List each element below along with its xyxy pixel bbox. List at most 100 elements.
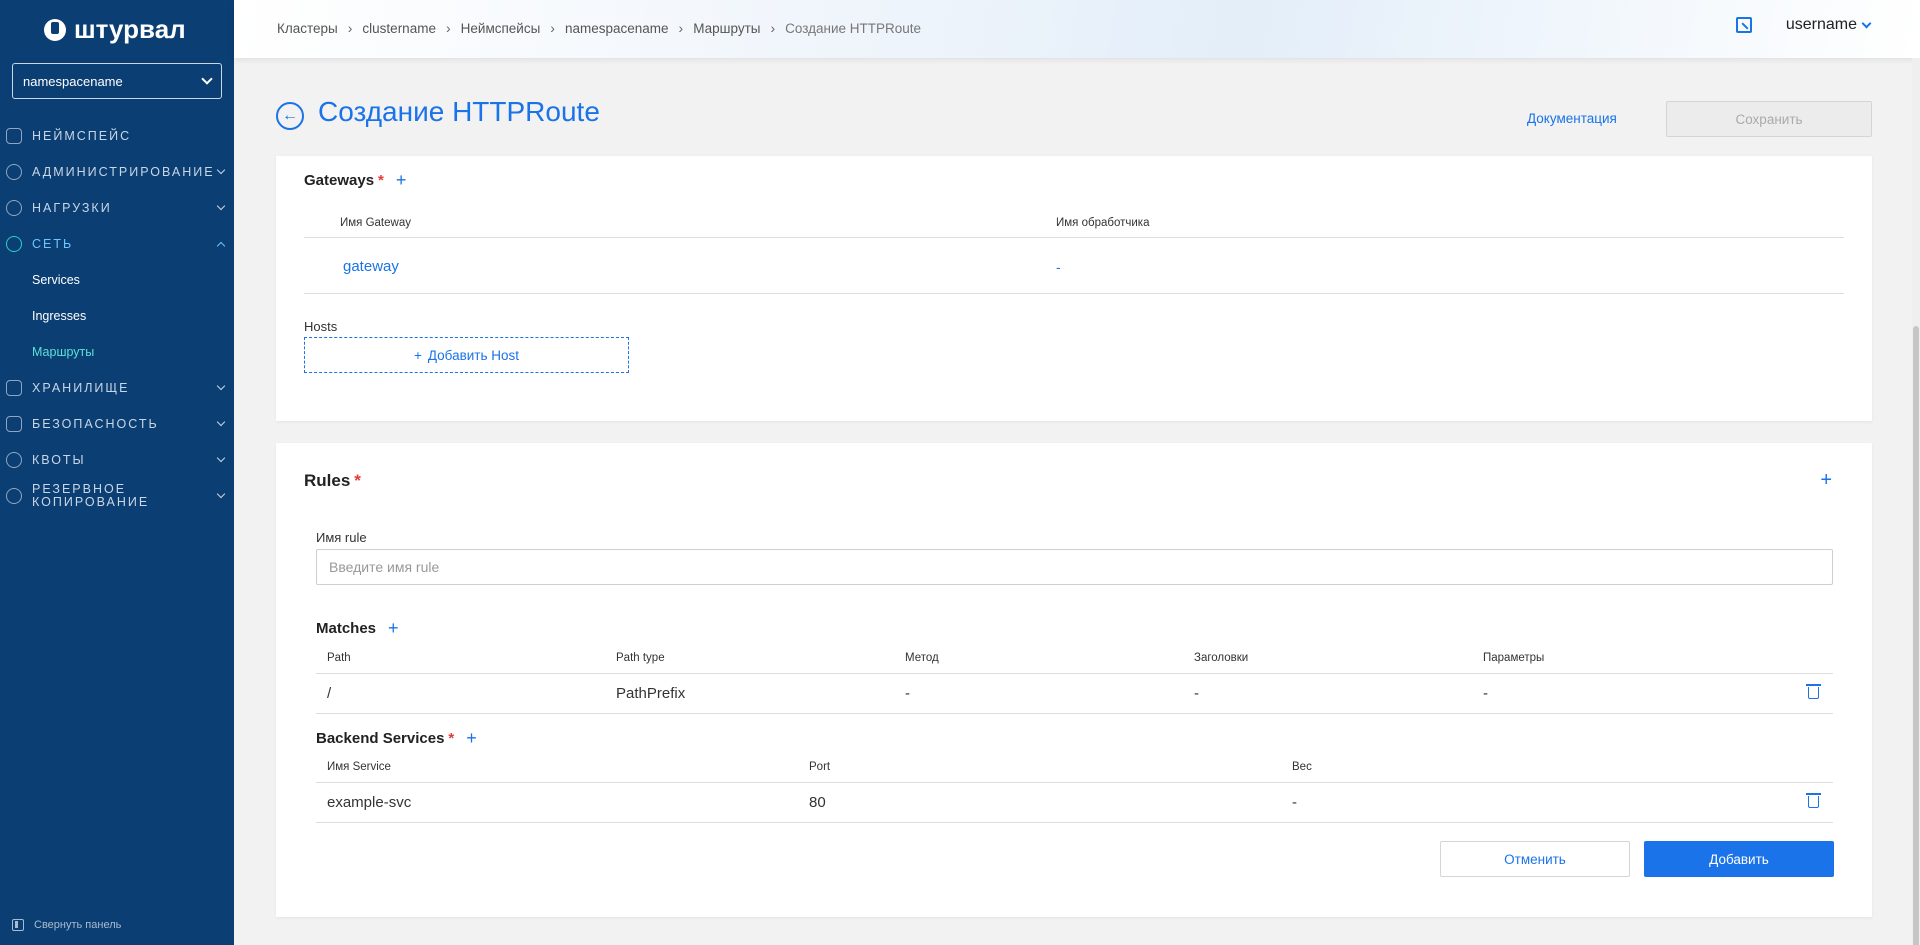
logo[interactable]: штурвал bbox=[44, 14, 186, 45]
sidebar-item-security[interactable]: Безопасность bbox=[0, 406, 234, 442]
required-mark: * bbox=[378, 172, 384, 189]
gear-icon bbox=[6, 164, 22, 180]
column-header-headers: Заголовки bbox=[1194, 651, 1249, 664]
add-button[interactable]: Добавить bbox=[1644, 841, 1834, 877]
sidebar-item-workloads[interactable]: Нагрузки bbox=[0, 190, 234, 226]
chevron-down-icon bbox=[216, 201, 226, 211]
gauge-icon bbox=[6, 200, 22, 216]
breadcrumb-separator-icon: › bbox=[347, 20, 353, 36]
gateways-title: Gateways bbox=[304, 172, 375, 189]
column-header-gateway-name: Имя Gateway bbox=[340, 216, 411, 229]
chevron-down-icon bbox=[216, 381, 226, 391]
breadcrumb-separator-icon: › bbox=[770, 20, 776, 36]
sidebar-item-label: Администрирование bbox=[32, 164, 215, 179]
chevron-down-icon bbox=[201, 73, 213, 85]
sidebar-item-administration[interactable]: Администрирование bbox=[0, 154, 234, 190]
breadcrumb-separator-icon: › bbox=[678, 20, 684, 36]
breadcrumb-cluster[interactable]: clustername bbox=[362, 21, 436, 36]
database-icon bbox=[6, 380, 22, 396]
breadcrumb-routes[interactable]: Маршруты bbox=[693, 21, 760, 36]
logo-text: штурвал bbox=[74, 14, 186, 44]
column-header-service-name: Имя Service bbox=[327, 760, 391, 773]
add-host-label: Добавить Host bbox=[427, 347, 520, 363]
add-host-button[interactable]: + Добавить Host bbox=[304, 337, 629, 373]
add-match-plus-icon[interactable]: + bbox=[388, 618, 399, 639]
chevron-up-icon bbox=[216, 241, 226, 251]
backend-weight-value: - bbox=[1292, 794, 1297, 811]
save-button[interactable]: Сохранить bbox=[1666, 101, 1872, 137]
user-menu[interactable]: username bbox=[1785, 16, 1872, 34]
cancel-button[interactable]: Отменить bbox=[1440, 841, 1630, 877]
chevron-down-icon bbox=[216, 417, 226, 427]
required-mark: * bbox=[448, 730, 455, 747]
rules-section-title: Rules * bbox=[304, 471, 361, 491]
backend-port-value: 80 bbox=[809, 794, 826, 811]
namespace-select[interactable]: namespacename bbox=[12, 63, 222, 99]
sidebar-item-namespace[interactable]: Неймспейс bbox=[0, 118, 234, 154]
sidebar-subitem-services[interactable]: Services bbox=[0, 262, 234, 298]
breadcrumb-separator-icon: › bbox=[550, 20, 555, 36]
scrollbar-thumb[interactable] bbox=[1913, 326, 1919, 945]
backends-title: Backend Services bbox=[316, 730, 445, 747]
match-headers-value: - bbox=[1194, 685, 1199, 702]
matches-section-title: Matches + bbox=[316, 618, 399, 639]
column-header-params: Параметры bbox=[1483, 651, 1545, 664]
match-path-value: / bbox=[327, 685, 332, 702]
matches-title: Matches bbox=[316, 620, 377, 637]
namespace-icon bbox=[6, 128, 22, 144]
sidebar-nav: Неймспейс Администрирование Нагрузки Сет… bbox=[0, 118, 234, 514]
table-row: example-svc 80 - bbox=[316, 783, 1833, 823]
sidebar-item-label: Безопасность bbox=[32, 416, 159, 431]
backends-table-header: Имя Service Port Вес bbox=[316, 751, 1833, 783]
sidebar-item-label: Нагрузки bbox=[32, 200, 112, 215]
table-row: / PathPrefix - - - bbox=[316, 674, 1833, 714]
trash-icon[interactable] bbox=[1806, 684, 1821, 699]
collapse-panel-button[interactable]: Свернуть панель bbox=[12, 919, 121, 931]
required-mark: * bbox=[354, 471, 361, 490]
sidebar: штурвал namespacename Неймспейс Админист… bbox=[0, 0, 234, 945]
chevron-down-icon bbox=[216, 165, 226, 175]
column-header-weight: Вес bbox=[1292, 760, 1312, 773]
scrollbar[interactable] bbox=[1912, 58, 1920, 945]
sidebar-item-storage[interactable]: Хранилище bbox=[0, 370, 234, 406]
rule-name-input[interactable] bbox=[316, 549, 1833, 585]
backend-service-name-value: example-svc bbox=[327, 794, 412, 811]
add-gateway-plus-icon[interactable]: + bbox=[396, 170, 407, 191]
table-row: gateway - bbox=[304, 240, 1844, 294]
page-title-row: ← Создание HTTPRoute Документация Сохран… bbox=[276, 96, 1872, 140]
shield-icon bbox=[6, 416, 22, 432]
plus-icon: + bbox=[413, 347, 422, 363]
sidebar-item-backup[interactable]: Резервное копирование bbox=[0, 478, 234, 514]
sidebar-collapse-icon bbox=[12, 919, 24, 931]
sidebar-item-label: Резервное копирование bbox=[32, 482, 150, 509]
documentation-link[interactable]: Документация bbox=[1527, 111, 1617, 126]
quota-icon bbox=[6, 452, 22, 468]
backends-section-title: Backend Services * + bbox=[316, 728, 477, 749]
sidebar-subitem-routes[interactable]: Маршруты bbox=[0, 334, 234, 370]
back-button[interactable]: ← bbox=[276, 102, 304, 130]
breadcrumb-namespace[interactable]: namespacename bbox=[565, 21, 669, 36]
rules-card: Rules* + Имя rule Matches + Path Path ty… bbox=[276, 443, 1872, 917]
column-header-path-type: Path type bbox=[616, 651, 665, 664]
sidebar-item-network[interactable]: Сеть bbox=[0, 226, 234, 262]
chevron-down-icon bbox=[216, 489, 226, 499]
breadcrumb-namespaces[interactable]: Неймспейсы bbox=[461, 21, 541, 36]
handler-name-value: - bbox=[1056, 258, 1061, 275]
chevron-down-icon bbox=[1861, 18, 1872, 28]
gateways-table-header: Имя Gateway Имя обработчика bbox=[304, 208, 1844, 238]
add-backend-plus-icon[interactable]: + bbox=[466, 728, 477, 749]
collapse-panel-label: Свернуть панель bbox=[34, 919, 122, 931]
rules-title: Rules bbox=[304, 471, 351, 490]
logo-icon bbox=[44, 18, 66, 41]
gateway-name-link[interactable]: gateway bbox=[343, 240, 399, 293]
trash-icon[interactable] bbox=[1806, 793, 1821, 808]
external-link-icon[interactable] bbox=[1735, 17, 1752, 33]
breadcrumb-clusters[interactable]: Кластеры bbox=[277, 21, 338, 36]
column-header-method: Метод bbox=[905, 651, 939, 664]
username: username bbox=[1785, 16, 1857, 33]
sidebar-subitem-ingresses[interactable]: Ingresses bbox=[0, 298, 234, 334]
column-header-handler-name: Имя обработчика bbox=[1056, 216, 1150, 229]
sidebar-item-quotas[interactable]: Квоты bbox=[0, 442, 234, 478]
add-rule-plus-icon[interactable]: + bbox=[1820, 469, 1832, 492]
hosts-label: Hosts bbox=[304, 319, 338, 334]
